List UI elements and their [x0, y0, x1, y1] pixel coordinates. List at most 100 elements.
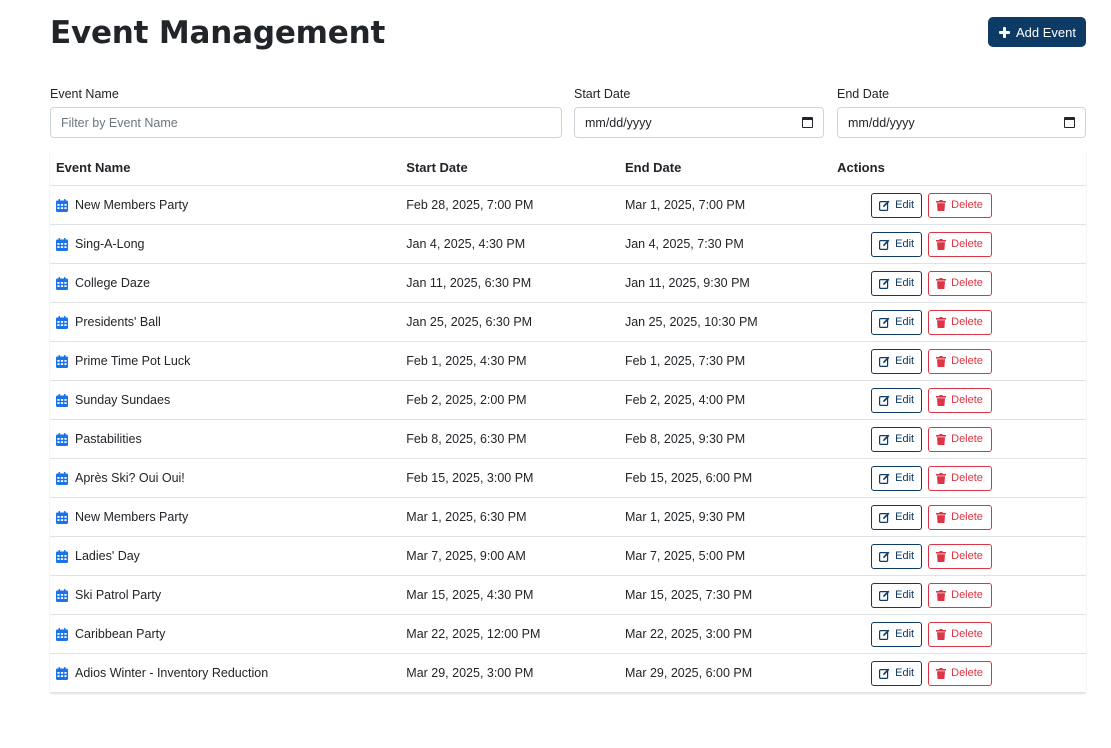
- delete-button[interactable]: Delete: [928, 270, 993, 296]
- delete-button[interactable]: Delete: [928, 231, 993, 257]
- trash-icon: [936, 238, 947, 250]
- edit-button[interactable]: Edit: [871, 504, 923, 530]
- event-name: Pastabilities: [75, 432, 142, 446]
- end-date-input[interactable]: mm/dd/yyyy: [837, 107, 1086, 138]
- start-date-input[interactable]: mm/dd/yyyy: [574, 107, 824, 138]
- end-date-cell: Jan 25, 2025, 10:30 PM: [618, 302, 832, 342]
- edit-button[interactable]: Edit: [871, 582, 923, 608]
- trash-icon: [936, 394, 947, 406]
- edit-icon: [879, 395, 890, 406]
- calendar-icon[interactable]: [802, 117, 813, 128]
- edit-button[interactable]: Edit: [871, 426, 923, 452]
- edit-button[interactable]: Edit: [871, 192, 923, 218]
- trash-icon: [936, 511, 947, 523]
- edit-button[interactable]: Edit: [871, 621, 923, 647]
- add-event-label: Add Event: [1016, 24, 1076, 40]
- delete-label: Delete: [951, 550, 983, 562]
- trash-icon: [936, 667, 947, 679]
- event-name-filter-input[interactable]: [50, 107, 562, 138]
- delete-label: Delete: [951, 355, 983, 367]
- delete-button[interactable]: Delete: [928, 426, 993, 452]
- delete-label: Delete: [951, 628, 983, 640]
- event-name-cell: Presidents' Ball: [50, 302, 401, 342]
- event-name-cell: Après Ski? Oui Oui!: [50, 458, 401, 498]
- event-name-cell: New Members Party: [50, 497, 401, 537]
- table-row: Prime Time Pot Luck Feb 1, 2025, 4:30 PM…: [50, 341, 1086, 381]
- actions-cell: Edit Delete: [831, 536, 1086, 576]
- delete-button[interactable]: Delete: [928, 504, 993, 530]
- delete-button[interactable]: Delete: [928, 465, 993, 491]
- event-name-cell: Sunday Sundaes: [50, 380, 401, 420]
- calendar-icon[interactable]: [1064, 117, 1075, 128]
- end-date-cell: Mar 15, 2025, 7:30 PM: [618, 575, 832, 615]
- edit-label: Edit: [895, 355, 915, 367]
- trash-icon: [936, 628, 947, 640]
- edit-icon: [879, 356, 890, 367]
- delete-label: Delete: [951, 433, 983, 445]
- event-name-wrapper: Sunday Sundaes: [56, 393, 394, 407]
- event-name-wrapper: Pastabilities: [56, 432, 394, 446]
- start-date-cell: Jan 4, 2025, 4:30 PM: [400, 224, 619, 264]
- end-date-cell: Jan 11, 2025, 9:30 PM: [618, 263, 832, 303]
- delete-button[interactable]: Delete: [928, 309, 993, 335]
- delete-button[interactable]: Delete: [928, 348, 993, 374]
- add-event-button[interactable]: Add Event: [988, 17, 1086, 47]
- event-name-filter-label: Event Name: [50, 87, 119, 101]
- trash-icon: [936, 199, 947, 211]
- event-name: College Daze: [75, 276, 151, 290]
- start-date-filter-label: Start Date: [574, 87, 631, 101]
- calendar-icon: [56, 627, 68, 641]
- start-date-cell: Feb 15, 2025, 3:00 PM: [400, 458, 619, 498]
- edit-icon: [879, 668, 890, 679]
- edit-label: Edit: [895, 511, 915, 523]
- event-name-cell: Sing-A-Long: [50, 224, 401, 264]
- start-date-cell: Feb 2, 2025, 2:00 PM: [400, 380, 619, 420]
- edit-icon: [879, 239, 890, 250]
- edit-button[interactable]: Edit: [871, 309, 923, 335]
- actions-cell: Edit Delete: [831, 575, 1086, 615]
- edit-icon: [879, 590, 890, 601]
- row-actions: Edit Delete: [837, 387, 1080, 413]
- edit-icon: [879, 551, 890, 562]
- filter-bar: Event Name Start Date mm/dd/yyyy End Dat…: [50, 80, 1086, 140]
- event-name-wrapper: Caribbean Party: [56, 627, 394, 641]
- edit-button[interactable]: Edit: [871, 465, 923, 491]
- table-row: Caribbean Party Mar 22, 2025, 12:00 PM M…: [50, 614, 1086, 654]
- table-row: Sing-A-Long Jan 4, 2025, 4:30 PM Jan 4, …: [50, 224, 1086, 264]
- delete-button[interactable]: Delete: [928, 621, 993, 647]
- calendar-icon: [56, 237, 68, 251]
- edit-button[interactable]: Edit: [871, 543, 923, 569]
- edit-button[interactable]: Edit: [871, 231, 923, 257]
- calendar-icon: [56, 354, 68, 368]
- start-date-cell: Feb 28, 2025, 7:00 PM: [400, 185, 619, 225]
- event-name-cell: Ski Patrol Party: [50, 575, 401, 615]
- event-name-wrapper: Ski Patrol Party: [56, 588, 394, 602]
- edit-button[interactable]: Edit: [871, 660, 923, 686]
- delete-button[interactable]: Delete: [928, 192, 993, 218]
- end-date-cell: Feb 2, 2025, 4:00 PM: [618, 380, 832, 420]
- delete-button[interactable]: Delete: [928, 543, 993, 569]
- edit-label: Edit: [895, 316, 915, 328]
- actions-cell: Edit Delete: [831, 380, 1086, 420]
- delete-button[interactable]: Delete: [928, 387, 993, 413]
- calendar-icon: [56, 588, 68, 602]
- edit-button[interactable]: Edit: [871, 348, 923, 374]
- edit-button[interactable]: Edit: [871, 270, 923, 296]
- actions-cell: Edit Delete: [831, 185, 1086, 225]
- table-row: Sunday Sundaes Feb 2, 2025, 2:00 PM Feb …: [50, 380, 1086, 420]
- delete-button[interactable]: Delete: [928, 660, 993, 686]
- event-name-cell: New Members Party: [50, 185, 401, 225]
- row-actions: Edit Delete: [837, 660, 1080, 686]
- edit-button[interactable]: Edit: [871, 387, 923, 413]
- trash-icon: [936, 433, 947, 445]
- end-date-cell: Feb 1, 2025, 7:30 PM: [618, 341, 832, 381]
- delete-button[interactable]: Delete: [928, 582, 993, 608]
- end-date-filter-label: End Date: [837, 87, 890, 101]
- edit-label: Edit: [895, 667, 915, 679]
- event-name: Après Ski? Oui Oui!: [75, 471, 185, 485]
- event-name-wrapper: New Members Party: [56, 198, 394, 212]
- actions-cell: Edit Delete: [831, 263, 1086, 303]
- delete-label: Delete: [951, 511, 983, 523]
- event-name-wrapper: New Members Party: [56, 510, 394, 524]
- table-row: Presidents' Ball Jan 25, 2025, 6:30 PM J…: [50, 302, 1086, 342]
